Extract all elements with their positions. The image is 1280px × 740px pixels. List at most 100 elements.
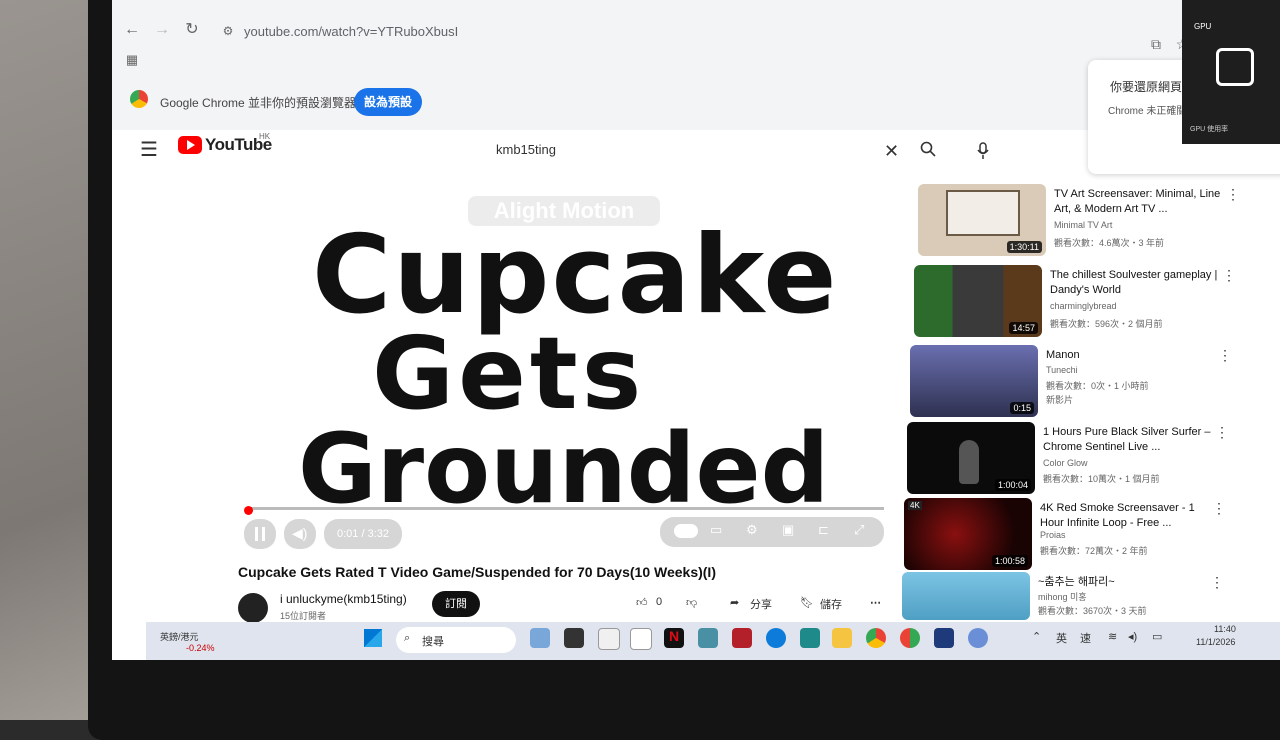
- recommendation-item[interactable]: ~춤추는 해파리~ mihong 미홍 觀看次數：3670次・3 天前 ⋮: [902, 572, 1232, 622]
- taskbar-app-icon[interactable]: [530, 628, 550, 648]
- more-vert-icon[interactable]: ⋮: [1222, 267, 1236, 284]
- recommendation-channel[interactable]: Color Glow: [1043, 458, 1088, 468]
- recommendation-item[interactable]: 1:30:11 TV Art Screensaver: Minimal, Lin…: [918, 184, 1248, 258]
- channel-avatar[interactable]: [238, 593, 268, 623]
- input-language-1[interactable]: 英: [1056, 630, 1067, 646]
- recommendation-item[interactable]: 0:15 Manon Tunechi 觀看次數：0次・1 小時前 新影片 ⋮: [910, 345, 1240, 419]
- taskbar-date[interactable]: 11/1/2026: [1196, 637, 1235, 647]
- recommendation-channel[interactable]: mihong 미홍: [1038, 590, 1087, 603]
- recommendation-meta: 觀看次數：596次・2 個月前: [1050, 319, 1163, 329]
- recommendation-title[interactable]: ~춤추는 해파리~: [1038, 575, 1208, 590]
- search-query-text[interactable]: kmb15ting: [496, 142, 556, 157]
- tray-overflow-icon[interactable]: ⌃: [1032, 630, 1041, 643]
- clear-search-icon[interactable]: ✕: [884, 141, 899, 162]
- more-vert-icon[interactable]: ⋮: [1218, 347, 1232, 364]
- recommendation-channel[interactable]: Minimal TV Art: [1054, 220, 1112, 230]
- more-vert-icon[interactable]: ⋮: [1226, 186, 1240, 203]
- taskbar-search-input[interactable]: [396, 627, 516, 653]
- like-count: 0: [656, 596, 663, 608]
- video-thumbnail[interactable]: 1:30:11: [918, 184, 1046, 256]
- taskbar-app-icon[interactable]: [698, 628, 718, 648]
- like-icon[interactable]: 👍︎: [636, 596, 648, 609]
- search-icon[interactable]: [920, 141, 936, 157]
- video-thumbnail[interactable]: 0:15: [910, 345, 1038, 417]
- fullscreen-icon[interactable]: ⤢: [854, 522, 864, 538]
- recommendation-meta: 觀看次數：72萬次・2 年前: [1040, 546, 1148, 556]
- video-thumbnail[interactable]: [902, 572, 1030, 620]
- progress-scrubber[interactable]: [244, 506, 253, 515]
- battery-icon[interactable]: ▭: [1152, 630, 1162, 643]
- forward-arrow-icon[interactable]: →: [150, 18, 174, 42]
- subtitles-icon[interactable]: ▭: [710, 522, 722, 538]
- subscribe-button[interactable]: 訂閱: [432, 591, 480, 617]
- autoplay-toggle[interactable]: [674, 524, 698, 538]
- chrome-icon[interactable]: [866, 628, 886, 648]
- pause-button[interactable]: [244, 519, 276, 549]
- taskbar-app-icon[interactable]: [968, 628, 988, 648]
- speaker-icon[interactable]: ◂): [1128, 630, 1137, 643]
- windows-start-icon[interactable]: [364, 629, 382, 647]
- taskbar-time[interactable]: 11:40: [1214, 624, 1236, 634]
- cast-icon[interactable]: ⊏: [818, 522, 829, 538]
- restore-body: Chrome 未正確關: [1108, 106, 1187, 117]
- address-bar[interactable]: youtube.com/watch?v=YTRuboXbusI: [244, 24, 458, 39]
- file-icon[interactable]: [630, 628, 652, 650]
- recommendation-title[interactable]: 1 Hours Pure Black Silver Surfer – Chrom…: [1043, 425, 1213, 455]
- laptop-screen: ← → ↻ ⚙ youtube.com/watch?v=YTRuboXbusI …: [112, 0, 1280, 660]
- dislike-icon[interactable]: 👎︎: [686, 596, 697, 609]
- progress-bar[interactable]: [248, 507, 884, 510]
- taskbar-app-icon[interactable]: [564, 628, 584, 648]
- save-label[interactable]: 儲存: [820, 596, 842, 612]
- hamburger-menu-icon[interactable]: ☰: [140, 137, 158, 162]
- video-thumbnail[interactable]: 4K 1:00:58: [904, 498, 1032, 570]
- video-title: Cupcake Gets Rated T Video Game/Suspende…: [238, 564, 716, 580]
- recommendation-title[interactable]: The chillest Soulvester gameplay | Dandy…: [1050, 268, 1220, 298]
- more-vert-icon[interactable]: ⋮: [1210, 574, 1224, 591]
- site-info-icon[interactable]: ⚙: [216, 19, 240, 43]
- back-arrow-icon[interactable]: ←: [120, 18, 144, 42]
- folder-icon[interactable]: [832, 628, 852, 648]
- volume-icon[interactable]: ◀): [284, 519, 316, 549]
- video-thumbnail[interactable]: 1:00:04: [907, 422, 1035, 494]
- stock-widget-name[interactable]: 英鎊/港元: [160, 630, 199, 643]
- chrome-logo-icon: [130, 90, 148, 108]
- new-video-badge: 新影片: [1046, 395, 1074, 405]
- capcut-logo-icon: [1216, 48, 1254, 86]
- taskbar-app-icon[interactable]: [934, 628, 954, 648]
- recommendation-channel[interactable]: charminglybread: [1050, 301, 1117, 311]
- save-icon[interactable]: 🔖︎: [800, 596, 814, 609]
- time-display: 0:01 / 3:32: [324, 519, 402, 549]
- more-vert-icon[interactable]: ⋮: [1212, 500, 1226, 517]
- recommendation-item[interactable]: 1:00:04 1 Hours Pure Black Silver Surfer…: [907, 422, 1237, 496]
- share-icon[interactable]: ➦: [730, 596, 739, 609]
- reload-icon[interactable]: ↻: [180, 18, 204, 42]
- chrome-icon[interactable]: [900, 628, 920, 648]
- taskbar-app-icon[interactable]: [732, 628, 752, 648]
- file-icon[interactable]: [598, 628, 620, 650]
- netflix-icon[interactable]: N: [664, 628, 684, 648]
- taskbar-app-icon[interactable]: [800, 628, 820, 648]
- edge-icon[interactable]: [766, 628, 786, 648]
- recommendation-channel[interactable]: Tunechi: [1046, 365, 1078, 375]
- set-default-button[interactable]: 設為預設: [354, 88, 422, 116]
- more-actions-icon[interactable]: ⋯: [870, 596, 881, 609]
- channel-name[interactable]: i unluckyme(kmb15ting): [280, 592, 407, 606]
- share-label[interactable]: 分享: [750, 596, 772, 612]
- more-vert-icon[interactable]: ⋮: [1215, 424, 1229, 441]
- input-language-2[interactable]: 速: [1080, 630, 1091, 646]
- wifi-icon[interactable]: ≋: [1108, 630, 1117, 643]
- recommendation-item[interactable]: 14:57 The chillest Soulvester gameplay |…: [914, 265, 1244, 339]
- duration-badge: 1:30:11: [1006, 241, 1042, 253]
- recommendation-channel[interactable]: Proias: [1040, 530, 1066, 540]
- recommendation-title[interactable]: Manon: [1046, 348, 1216, 363]
- recommendation-title[interactable]: TV Art Screensaver: Minimal, Line Art, &…: [1054, 187, 1224, 217]
- install-app-icon[interactable]: ⧉: [1144, 32, 1168, 56]
- microphone-icon[interactable]: [976, 142, 990, 160]
- recommendation-title[interactable]: 4K Red Smoke Screensaver - 1 Hour Infini…: [1040, 501, 1210, 531]
- miniplayer-icon[interactable]: ▣: [782, 522, 794, 538]
- video-thumbnail[interactable]: 14:57: [914, 265, 1042, 337]
- recommendation-item[interactable]: 4K 1:00:58 4K Red Smoke Screensaver - 1 …: [904, 498, 1234, 572]
- capcut-gpu-usage: GPU 使用率: [1190, 126, 1229, 133]
- apps-grid-icon[interactable]: ▦: [120, 48, 144, 72]
- settings-gear-icon[interactable]: ⚙: [746, 522, 758, 538]
